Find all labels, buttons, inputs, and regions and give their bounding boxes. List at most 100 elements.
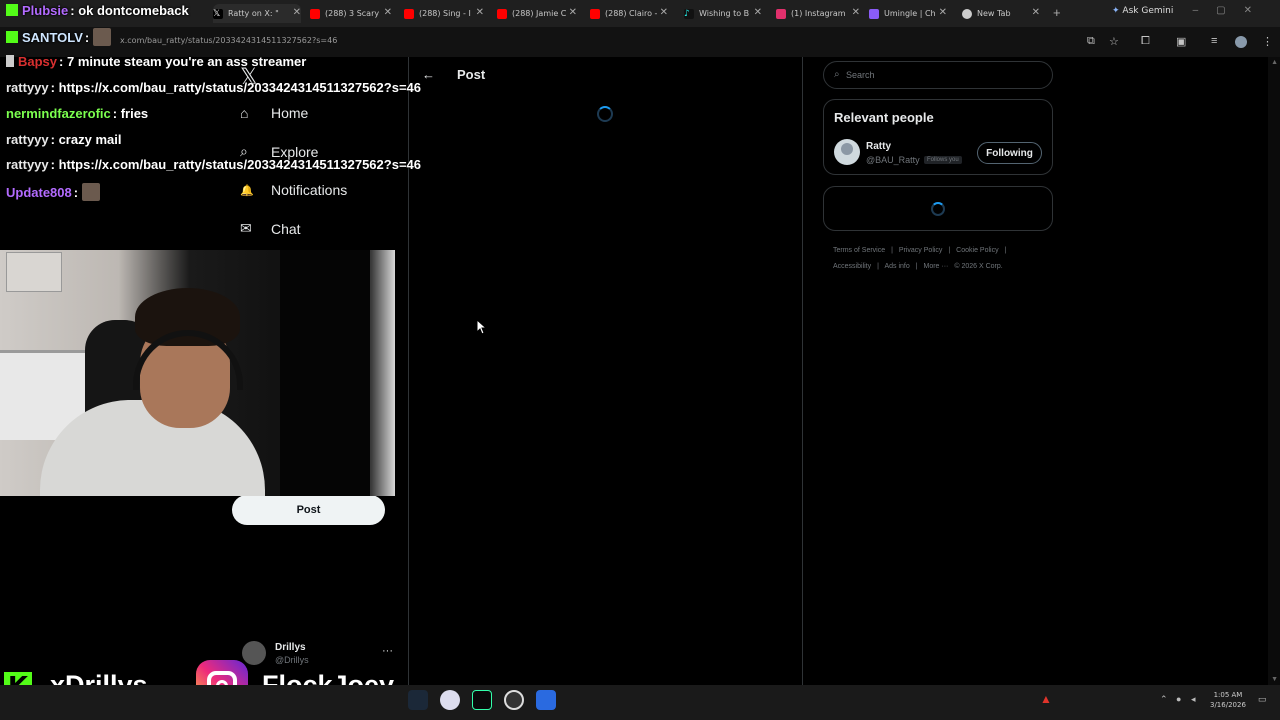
tab-close-icon[interactable]: ✕: [660, 7, 668, 18]
clock-time: 1:05 AM: [1213, 691, 1243, 699]
nav-notifications[interactable]: 🔔 Notifications: [240, 182, 347, 198]
browser-menu-icon[interactable]: ⋮: [1262, 35, 1273, 48]
tab-close-icon[interactable]: ✕: [1032, 7, 1040, 18]
search-input[interactable]: [846, 66, 1036, 84]
side-panel-icon[interactable]: ▣: [1176, 35, 1186, 48]
window-controls[interactable]: –▢✕: [1193, 5, 1270, 16]
tab-close-icon[interactable]: ✕: [384, 7, 392, 18]
tab-title: Wishing to B: [699, 9, 750, 18]
ask-gemini-button[interactable]: ✦ Ask Gemini: [1112, 6, 1173, 16]
tray-expand-icon[interactable]: ⌃: [1160, 694, 1168, 705]
footer-link-more[interactable]: More ···: [924, 263, 949, 270]
taskbar: ▲ ⌃ ● ◂ 1:05 AM 3/16/2026 ▭: [0, 685, 1280, 720]
wall-poster: [6, 252, 62, 292]
youtube-favicon-icon: [590, 8, 600, 19]
tab-title: New Tab: [977, 9, 1011, 18]
scrollbar[interactable]: ▲ ▼: [1268, 57, 1280, 685]
footer-separator: |: [877, 263, 879, 270]
nav-home-label: Home: [271, 105, 309, 121]
tab-new-tab[interactable]: New Tab ✕: [962, 4, 1040, 23]
mouse-cursor-icon: [477, 320, 487, 335]
notification-icon[interactable]: ▭: [1258, 694, 1267, 705]
footer-separator: |: [915, 263, 918, 270]
address-bar: x.com/bau_ratty/status/20334243145113275…: [0, 27, 1280, 57]
search-box[interactable]: ⌕: [823, 61, 1053, 89]
tab-title: (288) Sing - I: [419, 9, 471, 18]
chat-message: rattyyy: https://x.com/bau_ratty/status/…: [6, 80, 421, 95]
tab-youtube-4[interactable]: (288) Clairo - ✕: [590, 4, 668, 23]
bell-icon: 🔔: [240, 184, 254, 197]
chat-emote-icon: [92, 28, 111, 46]
search-icon: ⌕: [834, 69, 840, 80]
media-player-icon[interactable]: [504, 690, 524, 710]
footer-links: Terms of Service | Privacy Policy | Cook…: [833, 243, 1043, 275]
umingle-favicon-icon: [869, 8, 879, 19]
back-arrow-icon[interactable]: ←: [422, 67, 435, 82]
chat-username: Update808: [6, 185, 72, 200]
tab-tiktok[interactable]: ♪ Wishing to B ✕: [684, 4, 762, 23]
chat-username: SANTOLV: [22, 30, 83, 45]
remote-desktop-icon[interactable]: [536, 690, 556, 710]
flame-icon[interactable]: ▲: [1040, 692, 1052, 706]
person-name[interactable]: Ratty: [866, 141, 891, 152]
mail-icon: ✉: [240, 220, 252, 236]
footer-link-terms[interactable]: Terms of Service: [833, 247, 885, 254]
tab-youtube-2[interactable]: (288) Sing - I ✕: [404, 4, 484, 23]
follows-you-badge: Follows you: [924, 156, 962, 164]
sword-badge-icon: [6, 55, 14, 67]
scroll-down-icon[interactable]: ▼: [1271, 676, 1278, 683]
tab-close-icon[interactable]: ✕: [939, 7, 947, 18]
chat-username: rattyyy: [6, 80, 49, 95]
kick-badge-icon: [6, 31, 18, 43]
tab-youtube-1[interactable]: (288) 3 Scary ✕: [310, 4, 392, 23]
chat-username: rattyyy: [6, 157, 49, 172]
chrome-app-icon[interactable]: [440, 690, 460, 710]
tab-umingle[interactable]: Umingle | Ch ✕: [869, 4, 947, 23]
page-title: Post: [457, 67, 486, 82]
profile-avatar-icon[interactable]: [1235, 36, 1247, 48]
footer-link-ads-info[interactable]: Ads info: [884, 263, 909, 270]
tab-close-icon[interactable]: ✕: [852, 7, 860, 18]
chat-message: Plubsie: ok dontcomeback: [6, 3, 189, 18]
media-controls-icon[interactable]: ≡: [1211, 35, 1217, 47]
chat-message: nermindfazerofic: fries: [6, 106, 148, 121]
clock-date: 3/16/2026: [1210, 701, 1246, 709]
speaker-icon[interactable]: ◂: [1191, 694, 1196, 705]
tab-close-icon[interactable]: ✕: [476, 7, 484, 18]
chat-text: : fries: [112, 106, 149, 121]
tab-close-icon[interactable]: ✕: [569, 7, 577, 18]
tab-youtube-3[interactable]: (288) Jamie C ✕: [497, 4, 577, 23]
tab-instagram[interactable]: (1) Instagram ✕: [776, 4, 860, 23]
steam-app-icon[interactable]: [408, 690, 428, 710]
tab-title: (288) Jamie C: [512, 9, 567, 18]
chat-username: Plubsie: [22, 3, 69, 18]
scroll-up-icon[interactable]: ▲: [1271, 59, 1278, 66]
footer-link-privacy[interactable]: Privacy Policy: [899, 247, 943, 254]
tab-close-icon[interactable]: ✕: [293, 7, 301, 18]
more-options-icon[interactable]: ···: [382, 645, 393, 657]
curtain: [280, 250, 370, 496]
url-field[interactable]: x.com/bau_ratty/status/20334243145113275…: [120, 36, 337, 45]
avatar[interactable]: [834, 139, 860, 165]
post-button[interactable]: Post: [232, 495, 385, 525]
chat-message: SANTOLV:: [6, 28, 111, 46]
taskbar-clock[interactable]: 1:05 AM 3/16/2026: [1210, 690, 1246, 710]
bookmark-star-icon[interactable]: ☆: [1109, 35, 1119, 48]
new-tab-plus-icon[interactable]: +: [1053, 5, 1061, 20]
nav-chat[interactable]: ✉ Chat: [240, 220, 301, 237]
footer-link-cookies[interactable]: Cookie Policy: [956, 247, 998, 254]
x-favicon-icon: 𝕏: [213, 8, 223, 19]
person-handle: @BAU_Ratty: [866, 155, 920, 165]
microphone-icon[interactable]: ●: [1176, 694, 1181, 704]
footer-link-accessibility[interactable]: Accessibility: [833, 263, 871, 270]
extensions-icon[interactable]: ⧠: [1141, 35, 1150, 48]
tab-title: Umingle | Ch: [884, 9, 936, 18]
app-icon[interactable]: [472, 690, 492, 710]
install-app-icon[interactable]: ⧉: [1087, 35, 1095, 48]
kick-badge-icon: [6, 4, 18, 16]
tab-close-icon[interactable]: ✕: [754, 7, 762, 18]
nav-home[interactable]: ⌂ Home: [240, 105, 308, 121]
tab-ratty-on-x[interactable]: 𝕏 Ratty on X: " ✕: [213, 4, 301, 23]
account-name: Drillys: [275, 642, 306, 653]
following-button[interactable]: Following: [977, 142, 1042, 164]
